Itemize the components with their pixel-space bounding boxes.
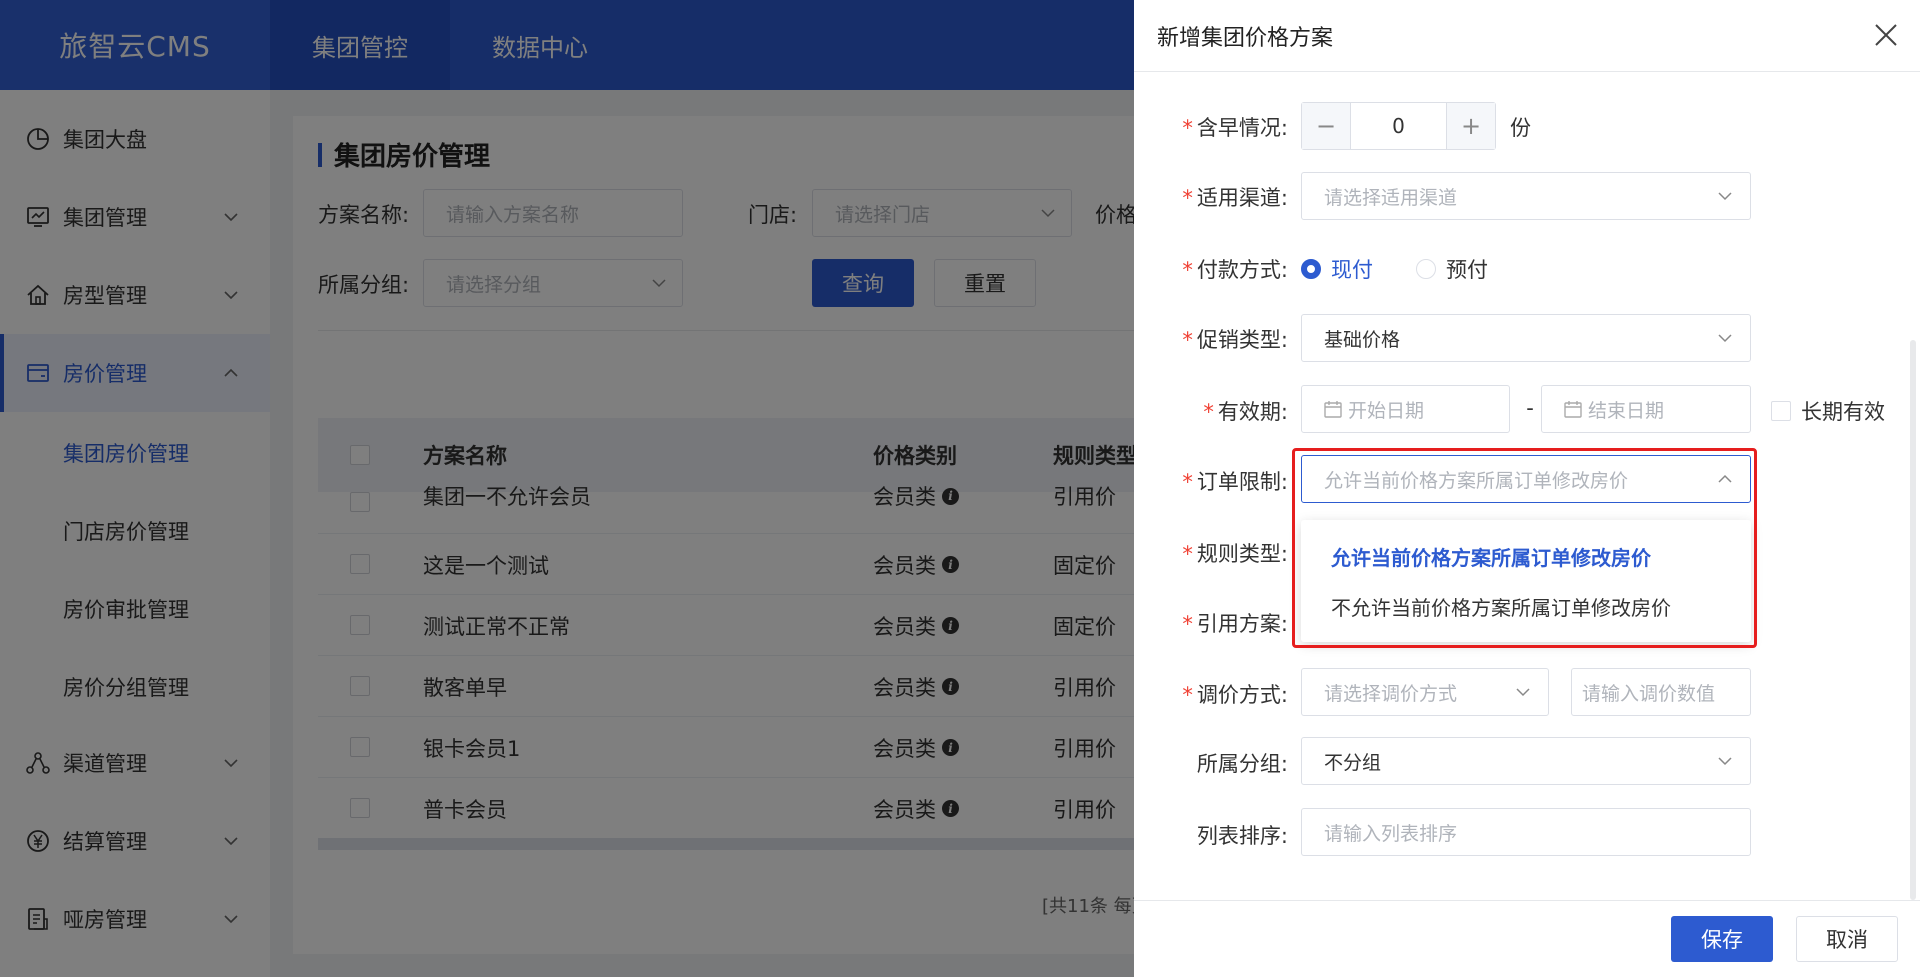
promo-type-select[interactable]: 基础价格 <box>1301 314 1751 362</box>
chevron-down-icon <box>1516 688 1530 697</box>
payment-radio-prepay[interactable]: 预付 <box>1416 254 1488 284</box>
decrement-button[interactable]: − <box>1302 103 1350 149</box>
breakfast-label-text: 含早情况: <box>1196 116 1288 140</box>
channel-placeholder: 请选择适用渠道 <box>1324 186 1458 209</box>
sort-input[interactable]: 请输入列表排序 <box>1301 808 1751 856</box>
calendar-icon <box>1324 401 1342 418</box>
order-limit-label-text: 订单限制: <box>1196 470 1288 494</box>
start-date-placeholder: 开始日期 <box>1348 399 1425 422</box>
adjust-value-input[interactable]: 请输入调价数值 <box>1571 668 1751 716</box>
rule-type-label: * 规则类型: <box>1182 542 1288 566</box>
payment-label-text: 付款方式: <box>1196 258 1288 282</box>
drawer-header-divider <box>1134 71 1920 72</box>
validity-label-text: 有效期: <box>1217 400 1288 424</box>
drawer-scrollbar[interactable] <box>1910 340 1916 900</box>
radio-dot <box>1301 259 1321 279</box>
breakfast-stepper: − 0 + <box>1301 102 1496 150</box>
end-date-input[interactable]: 结束日期 <box>1541 385 1751 433</box>
drawer-title: 新增集团价格方案 <box>1157 26 1334 51</box>
payment-label: * 付款方式: <box>1182 258 1288 282</box>
drawer-group-select[interactable]: 不分组 <box>1301 737 1751 785</box>
promo-type-value: 基础价格 <box>1324 328 1401 351</box>
channel-label: * 适用渠道: <box>1182 186 1288 210</box>
ref-plan-label-text: 引用方案: <box>1196 612 1288 636</box>
annotation-highlight-box <box>1292 448 1757 648</box>
validity-label: * 有效期: <box>1203 400 1288 424</box>
chevron-down-icon <box>1718 334 1732 343</box>
save-button[interactable]: 保存 <box>1671 916 1773 962</box>
date-separator: - <box>1526 396 1534 420</box>
cancel-button[interactable]: 取消 <box>1796 916 1898 962</box>
drawer-footer-divider <box>1134 900 1920 901</box>
long-term-checkbox[interactable]: 长期有效 <box>1771 396 1885 426</box>
end-date-placeholder: 结束日期 <box>1588 399 1665 422</box>
payment-radio-pay-now[interactable]: 现付 <box>1301 254 1373 284</box>
drawer-group-value: 不分组 <box>1324 751 1382 774</box>
radio-dot <box>1416 259 1436 279</box>
calendar-icon <box>1564 401 1582 418</box>
chevron-down-icon <box>1718 192 1732 201</box>
rule-type-label-text: 规则类型: <box>1196 542 1288 566</box>
breakfast-value[interactable]: 0 <box>1350 103 1447 149</box>
long-term-label: 长期有效 <box>1801 400 1885 424</box>
breakfast-label: * 含早情况: <box>1182 116 1288 140</box>
increment-button[interactable]: + <box>1447 103 1495 149</box>
radio-label: 预付 <box>1446 258 1488 282</box>
channel-label-text: 适用渠道: <box>1196 186 1288 210</box>
promo-label: * 促销类型: <box>1182 328 1288 352</box>
ref-plan-label: * 引用方案: <box>1182 612 1288 636</box>
channel-select[interactable]: 请选择适用渠道 <box>1301 172 1751 220</box>
promo-label-text: 促销类型: <box>1196 328 1288 352</box>
breakfast-unit: 份 <box>1510 116 1531 140</box>
sort-label: 列表排序: <box>1196 824 1288 848</box>
chevron-down-icon <box>1718 757 1732 766</box>
drawer-group-label: 所属分组: <box>1196 752 1288 776</box>
start-date-input[interactable]: 开始日期 <box>1301 385 1510 433</box>
checkbox-box <box>1771 401 1791 421</box>
close-icon[interactable] <box>1873 22 1899 48</box>
order-limit-label: * 订单限制: <box>1182 470 1288 494</box>
adjust-label-text: 调价方式: <box>1196 683 1288 707</box>
adjust-method-placeholder: 请选择调价方式 <box>1324 682 1458 705</box>
adjust-label: * 调价方式: <box>1182 683 1288 707</box>
radio-label: 现付 <box>1331 258 1373 282</box>
adjust-method-select[interactable]: 请选择调价方式 <box>1301 668 1549 716</box>
